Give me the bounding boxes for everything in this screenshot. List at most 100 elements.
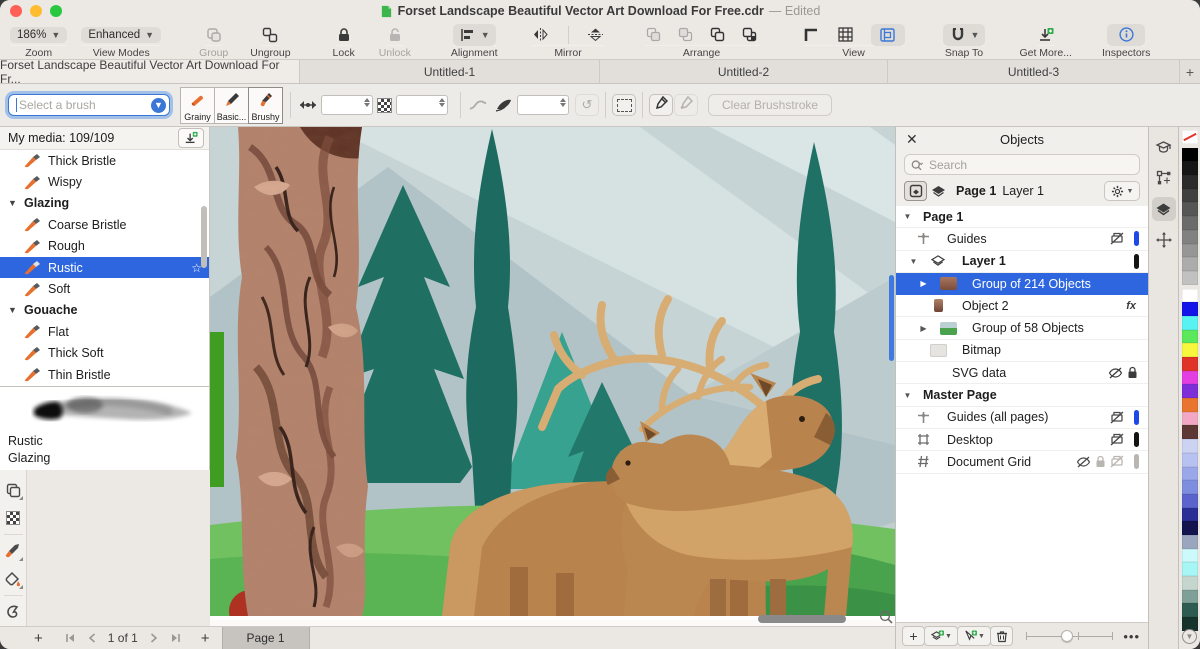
palette-swatch[interactable] — [1182, 508, 1198, 522]
rulers-icon[interactable] — [803, 26, 821, 44]
hidden-eye-icon[interactable] — [1108, 367, 1123, 379]
tree-row-page1[interactable]: ▼ Page 1 — [896, 206, 1148, 228]
palette-swatch[interactable] — [1182, 330, 1198, 344]
get-more-button[interactable]: Get More... — [1019, 24, 1072, 59]
smudge-tool-button[interactable] — [1, 598, 26, 626]
palette-swatch[interactable] — [1182, 357, 1198, 371]
palette-swatch[interactable] — [1182, 316, 1198, 330]
inspectors-button[interactable]: Inspectors — [1102, 24, 1150, 59]
tab-untitled-2[interactable]: Untitled-2 — [600, 60, 888, 83]
tree-row-guides-all[interactable]: Guides (all pages) — [896, 407, 1148, 429]
palette-swatch[interactable] — [1182, 467, 1198, 481]
close-window-button[interactable] — [10, 5, 22, 17]
next-page-icon[interactable] — [150, 633, 158, 643]
palette-swatch[interactable] — [1182, 244, 1198, 258]
new-tab-button[interactable]: + — [1180, 60, 1200, 83]
stepper-arrows[interactable] — [364, 98, 370, 107]
palette-swatch[interactable] — [1182, 494, 1198, 508]
tree-row-object2[interactable]: Object 2 fx — [896, 295, 1148, 317]
send-to-back-icon[interactable] — [741, 26, 759, 44]
unlock-button[interactable]: Unlock — [379, 24, 411, 59]
slider-knob[interactable] — [1061, 630, 1073, 642]
palette-swatch[interactable] — [1182, 189, 1198, 203]
horizontal-scrollbar-thumb[interactable] — [758, 615, 846, 623]
preset-basic-button[interactable]: Basic... — [214, 87, 249, 124]
tree-row-master-page[interactable]: ▼ Master Page — [896, 384, 1148, 406]
layer-color-bar[interactable] — [1134, 231, 1139, 246]
palette-swatch[interactable] — [1182, 453, 1198, 467]
preset-grainy-button[interactable]: Grainy — [180, 87, 215, 124]
pick-tool-button[interactable] — [1, 476, 26, 504]
transform-inspector-button[interactable] — [1152, 228, 1176, 252]
new-layer-button[interactable]: ▼ — [924, 626, 958, 646]
delete-button[interactable] — [990, 626, 1013, 646]
tree-row-bitmap[interactable]: Bitmap — [896, 340, 1148, 362]
caret-right-icon[interactable]: ▶ — [918, 279, 929, 288]
no-print-icon[interactable] — [1110, 433, 1124, 446]
caret-down-icon[interactable]: ▼ — [902, 391, 913, 400]
palette-swatch[interactable] — [1182, 216, 1198, 230]
snap-to-control[interactable]: ▼ Snap To — [943, 24, 986, 59]
palette-swatch[interactable] — [1182, 576, 1198, 590]
preset-brushy-button[interactable]: Brushy — [248, 87, 283, 124]
palette-swatch[interactable] — [1182, 257, 1198, 271]
media-scrollbar-thumb[interactable] — [201, 206, 207, 268]
brush-list-item-selected[interactable]: Rustic☆ — [0, 257, 209, 278]
mirror-horizontal-icon[interactable] — [532, 26, 550, 44]
last-page-icon[interactable] — [170, 633, 181, 643]
transparency-field[interactable] — [396, 95, 448, 115]
palette-swatch[interactable] — [1182, 202, 1198, 216]
alignment-control[interactable]: ▼ Alignment — [451, 24, 498, 59]
tree-row-document-grid[interactable]: Document Grid — [896, 451, 1148, 473]
brush-section-header[interactable]: ▼Gouache — [0, 300, 209, 321]
no-print-icon[interactable] — [1110, 232, 1124, 245]
close-icon[interactable]: ✕ — [906, 131, 918, 148]
caret-down-icon[interactable]: ▼ — [902, 212, 913, 221]
minimize-window-button[interactable] — [30, 5, 42, 17]
layer-view-toggle-button[interactable] — [927, 181, 950, 201]
brush-list-item[interactable]: Soft — [0, 278, 209, 299]
palette-swatch[interactable] — [1182, 398, 1198, 412]
palette-swatch[interactable] — [1182, 343, 1198, 357]
palette-swatch[interactable] — [1182, 439, 1198, 453]
palette-swatch[interactable] — [1182, 130, 1198, 144]
first-page-icon[interactable] — [65, 633, 76, 643]
drawing-canvas[interactable] — [210, 127, 895, 626]
palette-swatch[interactable] — [1182, 384, 1198, 398]
palette-swatch[interactable] — [1182, 289, 1198, 303]
add-page-button[interactable]: + — [34, 630, 43, 647]
stepper-arrows[interactable] — [439, 98, 445, 107]
bring-to-front-icon[interactable] — [709, 26, 727, 44]
palette-swatch[interactable] — [1182, 535, 1198, 549]
add-page-button-2[interactable]: + — [201, 630, 210, 647]
brush-list-item[interactable]: Thin Bristle — [0, 364, 209, 385]
tree-row-group-58[interactable]: ▶ Group of 58 Objects — [896, 317, 1148, 339]
palette-swatch[interactable] — [1182, 590, 1198, 604]
brush-select-combo[interactable]: Select a brush ▼ — [8, 94, 170, 116]
lock-icon[interactable] — [1127, 366, 1138, 379]
palette-swatch[interactable] — [1182, 603, 1198, 617]
no-print-icon-disabled[interactable] — [1110, 455, 1124, 468]
tab-untitled-3[interactable]: Untitled-3 — [888, 60, 1180, 83]
brush-list-item[interactable]: Flat — [0, 321, 209, 342]
layer-color-bar[interactable] — [1134, 254, 1139, 269]
palette-swatch[interactable] — [1182, 271, 1198, 285]
palette-swatch[interactable] — [1182, 549, 1198, 563]
pick-stroke-button[interactable] — [649, 94, 673, 116]
caret-down-icon[interactable]: ▼ — [908, 257, 919, 266]
tree-row-svg-data[interactable]: SVG data — [896, 362, 1148, 384]
page-view-toggle[interactable] — [871, 24, 905, 46]
clear-brushstroke-button[interactable]: Clear Brushstroke — [708, 94, 832, 116]
export-inspector-button[interactable] — [1152, 135, 1176, 159]
pattern-tool-button[interactable] — [1, 504, 26, 532]
vertical-scrollbar-thumb[interactable] — [889, 275, 894, 361]
curve-smoothness-icon[interactable] — [469, 96, 487, 114]
tree-row-layer1[interactable]: ▼ Layer 1 — [896, 251, 1148, 273]
no-print-icon[interactable] — [1110, 411, 1124, 424]
palette-swatch[interactable] — [1182, 302, 1198, 316]
reset-button[interactable]: ↺ — [575, 94, 599, 116]
brush-list-item[interactable]: Wispy — [0, 171, 209, 192]
previous-page-icon[interactable] — [88, 633, 96, 643]
mirror-vertical-icon[interactable] — [587, 26, 605, 44]
fill-tool-button[interactable] — [1, 565, 26, 593]
